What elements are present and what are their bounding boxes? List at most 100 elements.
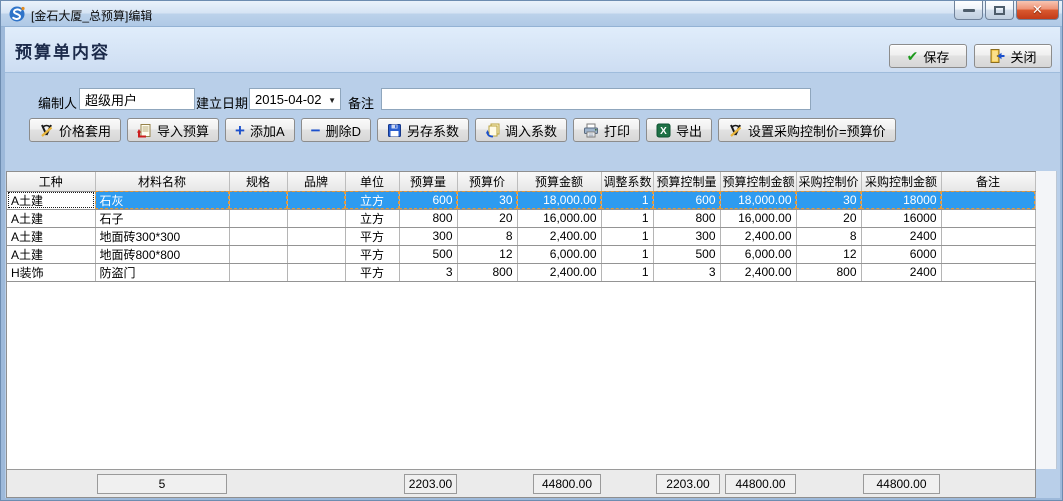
column-header[interactable]: 预算金额 (517, 172, 601, 191)
cell[interactable]: 20 (457, 209, 517, 227)
cell[interactable]: 16,000.00 (720, 209, 796, 227)
date-combobox[interactable]: 2015-04-02 ▼ (249, 88, 341, 110)
cell[interactable]: 20 (796, 209, 861, 227)
close-button[interactable]: 关闭 (974, 44, 1052, 68)
delete-row-button[interactable]: − 删除D (301, 118, 371, 142)
cell[interactable]: 16,000.00 (517, 209, 601, 227)
column-header[interactable]: 预算价 (457, 172, 517, 191)
close-window-button[interactable]: ✕ (1016, 1, 1059, 20)
cell[interactable] (287, 209, 345, 227)
cell[interactable]: 2,400.00 (517, 263, 601, 281)
cell[interactable]: 石灰 (95, 191, 229, 209)
cell[interactable]: 800 (399, 209, 457, 227)
cell[interactable] (941, 227, 1035, 245)
cell[interactable] (287, 227, 345, 245)
cell[interactable] (229, 191, 287, 209)
cell[interactable]: 18,000.00 (517, 191, 601, 209)
column-header[interactable]: 预算量 (399, 172, 457, 191)
save-coefficient-button[interactable]: 另存系数 (377, 118, 469, 142)
cell[interactable]: 3 (399, 263, 457, 281)
creator-input[interactable] (79, 88, 195, 110)
cell[interactable] (941, 245, 1035, 263)
set-purchase-price-button[interactable]: 设置采购控制价=预算价 (718, 118, 896, 142)
cell[interactable] (941, 263, 1035, 281)
cell[interactable]: A土建 (7, 209, 95, 227)
table-row[interactable]: A土建石灰立方6003018,000.00160018,000.00301800… (7, 191, 1035, 209)
cell[interactable]: A土建 (7, 245, 95, 263)
cell[interactable] (229, 245, 287, 263)
cell[interactable]: 平方 (345, 263, 399, 281)
cell[interactable]: 800 (457, 263, 517, 281)
cell[interactable]: H装饰 (7, 263, 95, 281)
maximize-button[interactable] (985, 1, 1014, 20)
cell[interactable]: 500 (399, 245, 457, 263)
column-header[interactable]: 采购控制金额 (861, 172, 941, 191)
cell[interactable] (287, 191, 345, 209)
cell[interactable]: 2400 (861, 227, 941, 245)
cell[interactable] (229, 227, 287, 245)
cell[interactable]: 30 (796, 191, 861, 209)
save-button[interactable]: ✔ 保存 (889, 44, 967, 68)
cell[interactable]: 300 (653, 227, 720, 245)
cell[interactable]: 2,400.00 (720, 227, 796, 245)
cell[interactable]: 2,400.00 (517, 227, 601, 245)
column-header[interactable]: 材料名称 (95, 172, 229, 191)
cell[interactable] (287, 245, 345, 263)
print-button[interactable]: 打印 (573, 118, 640, 142)
cell[interactable]: 16000 (861, 209, 941, 227)
cell[interactable]: 地面砖800*800 (95, 245, 229, 263)
cell[interactable]: 立方 (345, 209, 399, 227)
cell[interactable]: 地面砖300*300 (95, 227, 229, 245)
cell[interactable] (229, 263, 287, 281)
cell[interactable] (941, 191, 1035, 209)
cell[interactable]: 1 (601, 245, 653, 263)
cell[interactable]: 600 (653, 191, 720, 209)
export-button[interactable]: X 导出 (646, 118, 712, 142)
table-row[interactable]: H装饰防盗门平方38002,400.00132,400.008002400 (7, 263, 1035, 281)
import-budget-button[interactable]: 导入预算 (127, 118, 219, 142)
cell[interactable]: 18,000.00 (720, 191, 796, 209)
cell[interactable]: 12 (796, 245, 861, 263)
cell[interactable]: 防盗门 (95, 263, 229, 281)
column-header[interactable]: 备注 (941, 172, 1035, 191)
cell[interactable]: 500 (653, 245, 720, 263)
cell[interactable]: 30 (457, 191, 517, 209)
cell[interactable]: 3 (653, 263, 720, 281)
cell[interactable]: 300 (399, 227, 457, 245)
cell[interactable]: 600 (399, 191, 457, 209)
cell[interactable]: 6,000.00 (517, 245, 601, 263)
cell[interactable] (229, 209, 287, 227)
column-header[interactable]: 采购控制价 (796, 172, 861, 191)
cell[interactable]: 2400 (861, 263, 941, 281)
column-header[interactable]: 预算控制金额 (720, 172, 796, 191)
cell[interactable]: 18000 (861, 191, 941, 209)
cell[interactable]: 1 (601, 209, 653, 227)
cell[interactable]: 800 (653, 209, 720, 227)
cell[interactable]: 1 (601, 227, 653, 245)
table-row[interactable]: A土建石子立方8002016,000.00180016,000.00201600… (7, 209, 1035, 227)
cell[interactable]: 2,400.00 (720, 263, 796, 281)
cell[interactable]: 平方 (345, 227, 399, 245)
column-header[interactable]: 调整系数 (601, 172, 653, 191)
table-row[interactable]: A土建地面砖800*800平方500126,000.0015006,000.00… (7, 245, 1035, 263)
table-row[interactable]: A土建地面砖300*300平方30082,400.0013002,400.008… (7, 227, 1035, 245)
add-row-button[interactable]: + 添加A (225, 118, 295, 142)
cell[interactable]: 6000 (861, 245, 941, 263)
minimize-button[interactable] (954, 1, 983, 20)
cell[interactable] (941, 209, 1035, 227)
cell[interactable]: 立方 (345, 191, 399, 209)
column-header[interactable]: 品牌 (287, 172, 345, 191)
cell[interactable]: 1 (601, 263, 653, 281)
column-header[interactable]: 预算控制量 (653, 172, 720, 191)
cell[interactable]: 1 (601, 191, 653, 209)
cell[interactable]: 石子 (95, 209, 229, 227)
load-coefficient-button[interactable]: 调入系数 (475, 118, 567, 142)
column-header[interactable]: 规格 (229, 172, 287, 191)
cell[interactable]: A土建 (7, 227, 95, 245)
remark-input[interactable] (381, 88, 811, 110)
cell[interactable]: 平方 (345, 245, 399, 263)
cell[interactable]: 8 (796, 227, 861, 245)
cell[interactable]: 6,000.00 (720, 245, 796, 263)
cell[interactable]: A土建 (7, 191, 95, 209)
cell[interactable]: 8 (457, 227, 517, 245)
